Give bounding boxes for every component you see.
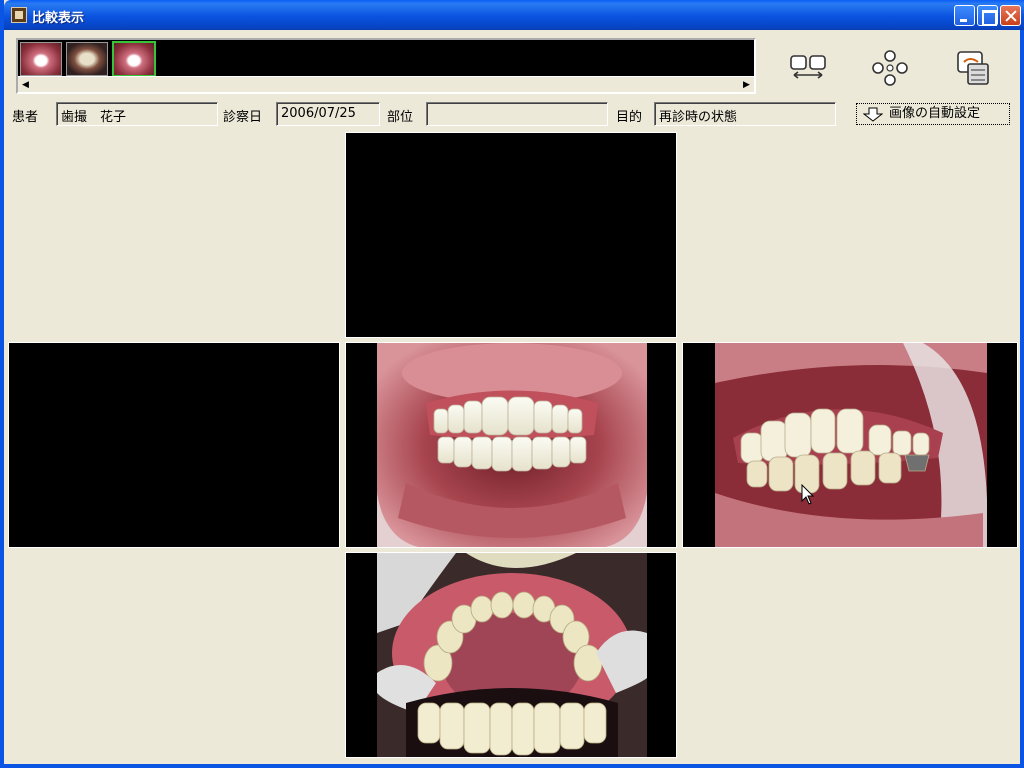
frontal-teeth-photo [346,343,676,547]
exam-date-label: 診察日 [223,110,263,125]
auto-set-images-label: 画像の自動設定 [889,106,981,121]
purpose-field[interactable]: 再診時の状態 [654,102,836,126]
scroll-right-arrow-icon[interactable]: ▶ [739,78,754,92]
purpose-label: 目的 [616,110,643,125]
cross-layout-button[interactable] [870,48,910,88]
image-panel-top[interactable] [345,132,677,338]
close-button[interactable] [1000,5,1021,26]
compare-views-button[interactable] [788,48,828,88]
compare-views-icon [790,55,826,79]
lower-arch-photo [346,553,676,757]
thumbnail-strip: ◀ ▶ [16,38,756,94]
maximize-button[interactable] [977,5,998,26]
image-panel-left[interactable] [8,342,340,548]
mouse-cursor-icon [801,484,815,505]
title-bar[interactable]: 比較表示 [4,0,1024,30]
image-panel-right[interactable] [682,342,1018,548]
thumbnail-2[interactable] [66,42,108,76]
patient-label: 患者 [12,110,39,125]
minimize-button[interactable] [954,5,975,26]
image-panel-bottom[interactable] [345,552,677,758]
region-field[interactable] [426,102,608,126]
export-icon [957,51,989,85]
patient-field[interactable]: 歯撮 花子 [56,102,218,126]
thumbnail-1[interactable] [20,42,62,76]
auto-set-images-button[interactable]: 画像の自動設定 [856,103,1010,125]
horizontal-scrollbar[interactable]: ◀ ▶ [18,76,754,92]
thumbnail-3-selected[interactable] [112,41,156,77]
region-label: 部位 [387,110,414,125]
export-button[interactable] [954,48,994,88]
image-panel-center[interactable] [345,342,677,548]
cross-layout-icon [872,50,908,86]
window-title: 比較表示 [32,11,85,26]
scroll-left-arrow-icon[interactable]: ◀ [18,78,33,92]
exam-date-field[interactable]: 2006/07/25 [276,102,380,126]
app-window: 比較表示 ◀ ▶ 患者 歯撮 花子 診察日 2006/07/25 部位 目的 再… [0,0,1024,768]
down-arrow-icon [863,107,883,122]
side-teeth-photo [683,343,1017,547]
app-icon [11,7,27,23]
